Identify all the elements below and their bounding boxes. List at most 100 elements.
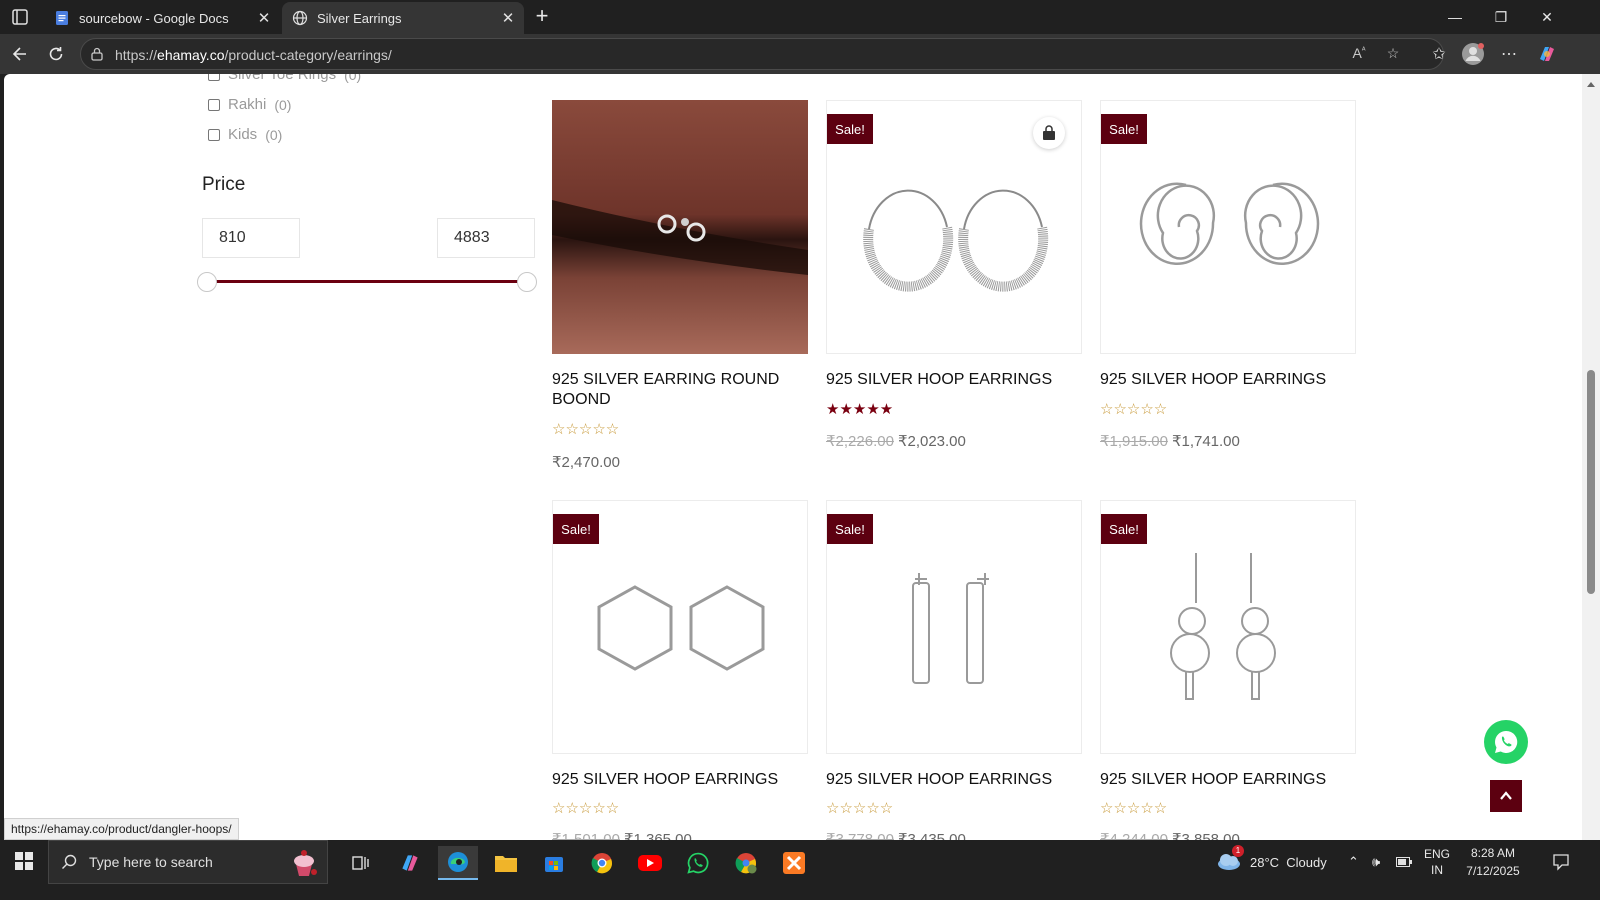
clock-date: 7/12/2025 [1466, 864, 1520, 878]
notification-center-icon[interactable] [1552, 840, 1570, 884]
add-to-cart-button[interactable] [1033, 117, 1065, 149]
cupcake-icon [287, 844, 321, 881]
close-icon[interactable]: ✕ [254, 8, 274, 28]
product-image[interactable]: Sale! [1100, 500, 1356, 754]
sale-badge: Sale! [827, 114, 873, 144]
minimize-button[interactable]: — [1432, 0, 1478, 34]
scroll-to-top-button[interactable] [1490, 780, 1522, 812]
rating-stars: ☆☆☆☆☆ [1100, 401, 1168, 418]
rating-stars: ☆☆☆☆☆ [552, 800, 620, 817]
product-title[interactable]: 925 SILVER EARRING ROUND BOOND [552, 370, 802, 410]
weather-widget[interactable]: 1 28°C Cloudy [1216, 840, 1327, 884]
address-bar[interactable]: https://ehamay.co/product-category/earri… [80, 38, 1444, 70]
whatsapp-taskbar-icon[interactable] [678, 846, 718, 880]
category-count: (0) [344, 74, 362, 83]
rating-stars: ☆☆☆☆☆ [826, 800, 894, 817]
whatsapp-button[interactable] [1484, 720, 1528, 764]
category-filter-silver-toe-rings[interactable]: Silver Toe Rings (0) [208, 74, 361, 83]
show-hidden-icons-chevron-icon[interactable]: ⌃ [1348, 840, 1359, 884]
chevron-up-icon [1500, 791, 1512, 800]
search-icon [62, 854, 77, 869]
tab-silver-earrings[interactable]: Silver Earrings ✕ [282, 2, 524, 34]
copilot-taskbar-icon[interactable] [390, 846, 430, 880]
checkbox[interactable] [208, 98, 220, 111]
refresh-icon[interactable] [42, 40, 70, 68]
checkbox[interactable] [208, 128, 220, 141]
product-title[interactable]: 925 SILVER HOOP EARRINGS [1100, 370, 1350, 390]
category-label: Kids [228, 126, 258, 143]
page-viewport: Silver Toe Rings (0) Rakhi (0) Kids (0) … [4, 74, 1582, 858]
tab-actions-icon[interactable] [10, 7, 30, 27]
file-explorer-icon[interactable] [486, 846, 526, 880]
product-title[interactable]: 925 SILVER HOOP EARRINGS [552, 770, 802, 790]
price-max-input[interactable]: 4883 [437, 218, 535, 258]
product-title[interactable]: 925 SILVER HOOP EARRINGS [826, 370, 1076, 390]
whatsapp-icon [1495, 730, 1518, 753]
shopping-bag-icon [1043, 125, 1055, 140]
windows-taskbar: Type here to search 1 28°C Cloudy ⌃ 🕪 EN… [0, 840, 1600, 900]
close-icon[interactable]: ✕ [498, 8, 518, 28]
windows-start-icon[interactable] [4, 844, 44, 878]
battery-icon[interactable] [1396, 840, 1412, 884]
page-scrollbar[interactable] [1582, 74, 1600, 858]
sale-badge: Sale! [827, 514, 873, 544]
restore-button[interactable]: ❐ [1478, 0, 1524, 34]
price-slider-max-handle[interactable] [517, 272, 537, 292]
more-menu-icon[interactable]: ⋯ [1496, 41, 1522, 67]
microsoft-store-icon[interactable] [534, 846, 574, 880]
product-image[interactable]: Sale! [826, 100, 1082, 354]
search-placeholder: Type here to search [89, 854, 213, 870]
language-indicator[interactable]: ENG IN [1424, 840, 1450, 884]
globe-icon [292, 10, 308, 26]
task-view-icon[interactable] [340, 846, 380, 880]
taskbar-search-box[interactable]: Type here to search [48, 840, 328, 884]
lock-icon[interactable] [89, 46, 105, 67]
weather-text: 28°C Cloudy [1250, 854, 1327, 870]
youtube-icon[interactable] [630, 846, 670, 880]
xampp-icon[interactable] [774, 846, 814, 880]
favorite-star-icon[interactable]: ☆ [1383, 45, 1403, 65]
product-price: ₹2,226.00 ₹2,023.00 [826, 433, 966, 450]
category-label: Rakhi [228, 96, 267, 113]
product-image[interactable] [552, 100, 808, 354]
tab-bar: sourcebow - Google Docs ✕ Silver Earring… [0, 0, 1600, 34]
volume-icon[interactable]: 🕪 [1372, 840, 1380, 884]
product-price: ₹1,915.00 ₹1,741.00 [1100, 433, 1240, 450]
clock[interactable]: 8:28 AM 7/12/2025 [1460, 840, 1526, 884]
close-window-button[interactable]: ✕ [1524, 0, 1570, 34]
back-icon[interactable] [6, 40, 34, 68]
copilot-icon[interactable] [1534, 41, 1560, 67]
url-text: https://ehamay.co/product-category/earri… [115, 47, 392, 63]
browser-toolbar: https://ehamay.co/product-category/earri… [0, 34, 1600, 74]
region-code: IN [1431, 863, 1443, 877]
profile-avatar-icon[interactable] [1460, 41, 1486, 67]
scrollbar-thumb[interactable] [1587, 370, 1595, 594]
rating-stars: ☆☆☆☆☆ [1100, 800, 1168, 817]
price-slider-min-handle[interactable] [197, 272, 217, 292]
product-title[interactable]: 925 SILVER HOOP EARRINGS [826, 770, 1076, 790]
rating-stars: ☆☆☆☆☆ [552, 421, 620, 438]
category-label: Silver Toe Rings [228, 74, 337, 83]
product-title[interactable]: 925 SILVER HOOP EARRINGS [1100, 770, 1350, 790]
language-code: ENG [1424, 847, 1451, 861]
price-slider-track[interactable] [210, 280, 532, 283]
category-filter-kids[interactable]: Kids (0) [208, 126, 282, 143]
checkbox[interactable] [208, 74, 220, 81]
chrome-icon[interactable] [582, 846, 622, 880]
product-image[interactable]: Sale! [1100, 100, 1356, 354]
product-price: ₹2,470.00 [552, 454, 620, 471]
sale-badge: Sale! [1101, 114, 1147, 144]
price-min-input[interactable]: 810 [202, 218, 300, 258]
tab-google-docs[interactable]: sourcebow - Google Docs ✕ [44, 2, 280, 34]
edge-browser-icon[interactable] [438, 846, 478, 880]
favorites-icon[interactable]: ✩ [1426, 41, 1452, 67]
product-image[interactable]: Sale! [552, 500, 808, 754]
sale-badge: Sale! [1101, 514, 1147, 544]
product-image[interactable]: Sale! [826, 500, 1082, 754]
new-tab-button[interactable]: + [530, 5, 554, 29]
read-aloud-icon[interactable]: Aᴬ [1349, 45, 1369, 65]
chrome-profile-icon[interactable] [726, 846, 766, 880]
price-filter-heading: Price [202, 174, 246, 195]
category-filter-rakhi[interactable]: Rakhi (0) [208, 96, 291, 113]
category-count: (0) [274, 96, 292, 113]
